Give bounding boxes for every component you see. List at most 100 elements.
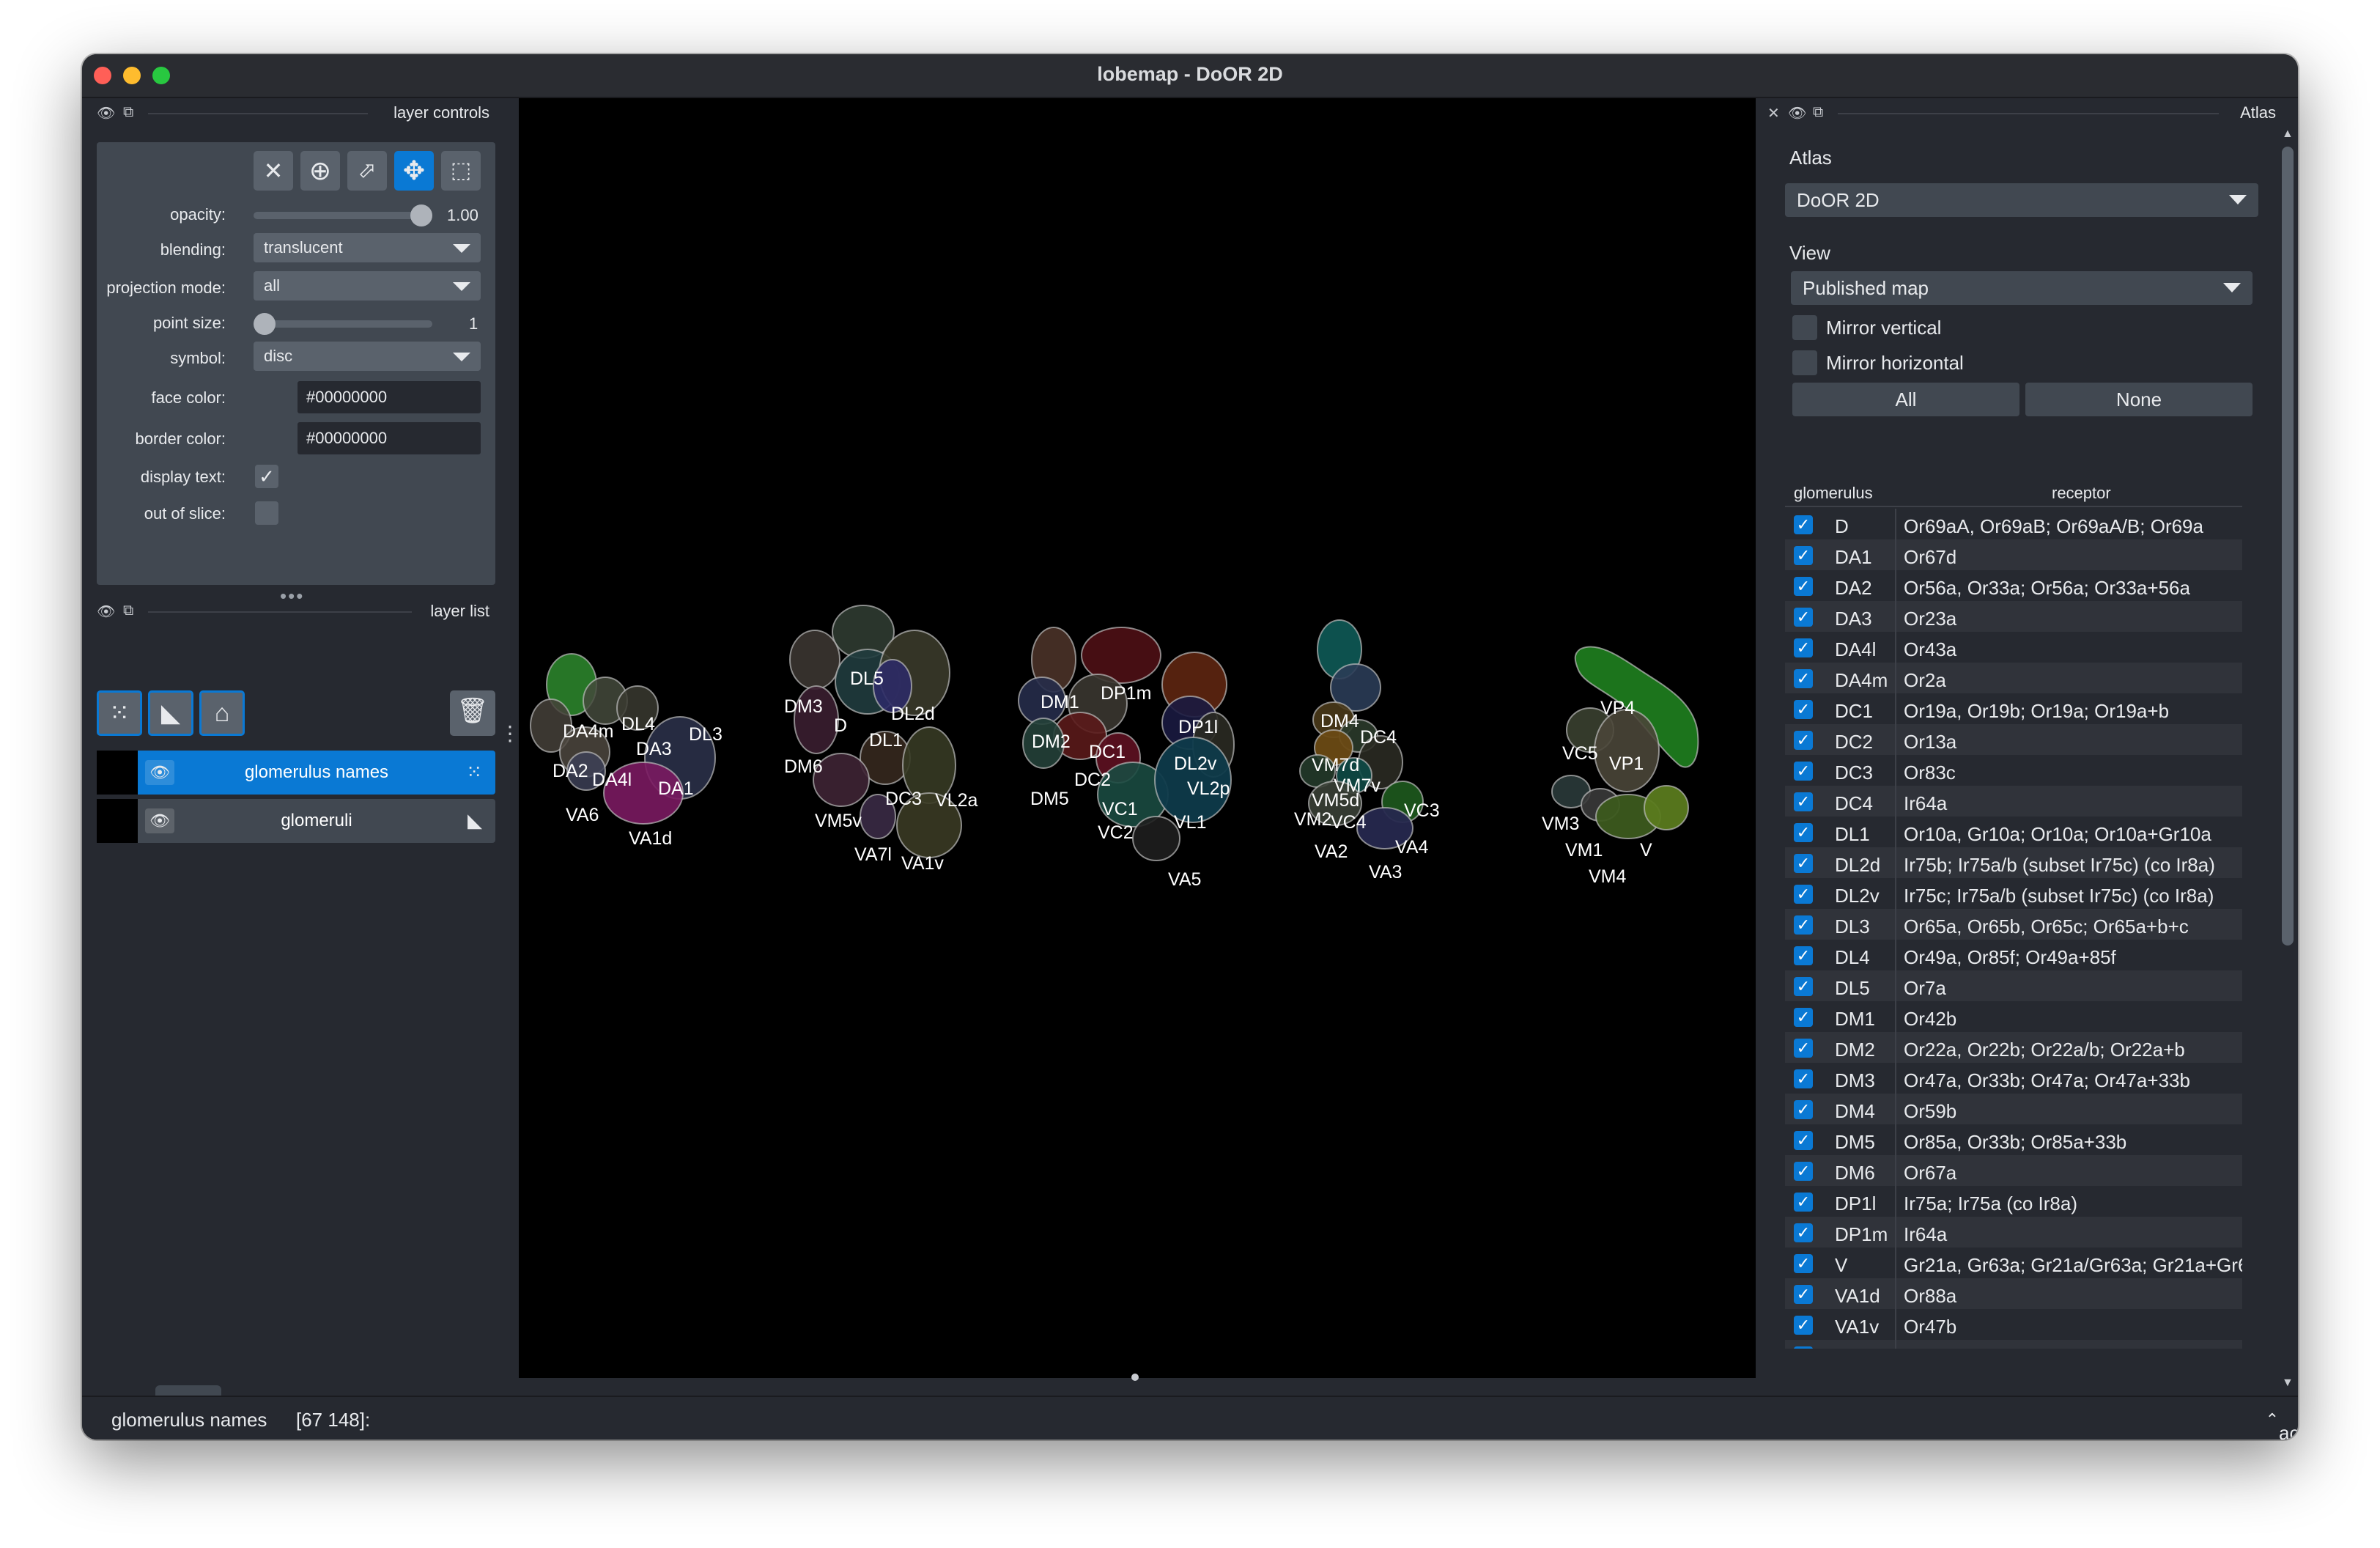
layer-name[interactable]: glomerulus names: [182, 762, 451, 783]
delete-selected-points-button[interactable]: ✕: [254, 151, 293, 191]
hide-layer-list-icon[interactable]: 👁: [97, 602, 115, 621]
row-checkbox[interactable]: ✓: [1794, 731, 1813, 750]
row-checkbox[interactable]: ✓: [1794, 1254, 1813, 1273]
symbol-select[interactable]: disc: [254, 342, 481, 371]
activity-button[interactable]: ⌃activity: [2266, 1410, 2298, 1440]
table-row[interactable]: ✓ DC4 Ir64a: [1785, 786, 2242, 817]
table-row[interactable]: ✓ DL2v Ir75c; Ir75a/b (subset Ir75c) (co I…: [1785, 878, 2242, 909]
point-size-slider-handle[interactable]: [254, 313, 276, 335]
canvas-dims-handle[interactable]: [1131, 1374, 1139, 1381]
row-checkbox[interactable]: ✓: [1794, 1162, 1813, 1181]
row-checkbox[interactable]: ✓: [1794, 946, 1813, 965]
layer-name[interactable]: glomeruli: [182, 811, 451, 831]
row-checkbox[interactable]: ✓: [1794, 792, 1813, 811]
mirror-vertical-checkbox[interactable]: [1792, 315, 1817, 340]
select-points-button[interactable]: ⬀: [347, 151, 387, 191]
table-row[interactable]: ✓ D Or69aA, Or69aB; Or69aA/B; Or69a: [1785, 509, 2242, 539]
table-row[interactable]: ✓ DL5 Or7a: [1785, 970, 2242, 1001]
row-checkbox[interactable]: ✓: [1794, 1285, 1813, 1304]
row-checkbox[interactable]: ✓: [1794, 1316, 1813, 1335]
row-checkbox[interactable]: ✓: [1794, 1346, 1813, 1349]
mirror-horizontal-checkbox[interactable]: [1792, 350, 1817, 375]
table-row[interactable]: ✓ V Gr21a, Gr63a; Gr21a/Gr63a; Gr21a+Gr6: [1785, 1247, 2242, 1278]
row-checkbox[interactable]: ✓: [1794, 854, 1813, 873]
opacity-slider-handle[interactable]: [410, 204, 432, 226]
pan-zoom-button[interactable]: ✥: [394, 151, 434, 191]
row-checkbox[interactable]: ✓: [1794, 823, 1813, 842]
table-row[interactable]: ✓ DA1 Or67d: [1785, 539, 2242, 570]
table-row[interactable]: ✓ DL4 Or49a, Or85f; Or49a+85f: [1785, 940, 2242, 970]
table-row[interactable]: ✓ DA4l Or43a: [1785, 632, 2242, 663]
row-checkbox[interactable]: ✓: [1794, 915, 1813, 935]
projection-mode-select[interactable]: all: [254, 271, 481, 301]
table-row[interactable]: ✓ DA2 Or56a, Or33a; Or56a; Or33a+56a: [1785, 570, 2242, 601]
scroll-down-icon[interactable]: ▼: [2282, 1376, 2294, 1390]
row-checkbox[interactable]: ✓: [1794, 608, 1813, 627]
new-labels-layer-button[interactable]: ⌂: [199, 690, 245, 736]
row-checkbox[interactable]: ✓: [1794, 1008, 1813, 1027]
table-row[interactable]: ✓ DC2 Or13a: [1785, 724, 2242, 755]
row-checkbox[interactable]: ✓: [1794, 1193, 1813, 1212]
point-size-slider[interactable]: [254, 320, 432, 328]
row-checkbox[interactable]: ✓: [1794, 1100, 1813, 1119]
new-points-layer-button[interactable]: ⁙: [97, 690, 142, 736]
table-row[interactable]: ✓ DL1 Or10a, Gr10a; Or10a; Or10a+Gr10a: [1785, 817, 2242, 847]
opacity-slider[interactable]: [254, 212, 432, 219]
blending-select[interactable]: translucent: [254, 233, 481, 262]
hide-dock-icon[interactable]: 👁: [97, 104, 115, 122]
layer-row-glomeruli[interactable]: 👁 glomeruli ◣: [97, 799, 495, 843]
row-checkbox[interactable]: ✓: [1794, 515, 1813, 534]
visibility-eye-icon[interactable]: 👁: [145, 760, 174, 785]
table-row[interactable]: ✓ DA3 Or23a: [1785, 601, 2242, 632]
column-header-receptor[interactable]: receptor: [2052, 484, 2111, 503]
row-checkbox[interactable]: ✓: [1794, 1039, 1813, 1058]
row-checkbox[interactable]: ✓: [1794, 1223, 1813, 1242]
atlas-scrollbar[interactable]: ▲ ▼: [2279, 126, 2296, 1393]
float-layer-list-icon[interactable]: ⧉: [123, 602, 133, 619]
row-checkbox[interactable]: ✓: [1794, 1069, 1813, 1088]
table-row[interactable]: ✓ DM3 Or47a, Or33b; Or47a; Or47a+33b: [1785, 1063, 2242, 1094]
table-row[interactable]: ✓ DM1 Or42b: [1785, 1001, 2242, 1032]
row-checkbox[interactable]: ✓: [1794, 977, 1813, 996]
table-row[interactable]: ✓ DL2d Ir75b; Ir75a/b (subset Ir75c) (co I…: [1785, 847, 2242, 878]
transform-button[interactable]: ⬚: [441, 151, 481, 191]
atlas-select[interactable]: DoOR 2D: [1785, 183, 2258, 217]
select-none-button[interactable]: None: [2025, 383, 2252, 416]
viewer-canvas[interactable]: DA4m DL4 DL3 DA3 DA2 DA4l DA1 VA6 VA1d DL5 DM3 D DL2…: [519, 98, 1756, 1381]
table-row[interactable]: ✓ DA4m Or2a: [1785, 663, 2242, 693]
left-dock-toggle[interactable]: ⋮: [500, 723, 520, 744]
scroll-up-icon[interactable]: ▲: [2282, 128, 2294, 141]
new-shapes-layer-button[interactable]: ◣: [148, 690, 193, 736]
row-checkbox[interactable]: ✓: [1794, 669, 1813, 688]
scrollbar-thumb[interactable]: [2282, 147, 2294, 946]
table-row[interactable]: ✓ DL3 Or65a, Or65b, Or65c; Or65a+b+c: [1785, 909, 2242, 940]
table-row[interactable]: ✓ DP1m Ir64a: [1785, 1217, 2242, 1247]
table-row[interactable]: ✓ DM4 Or59b: [1785, 1094, 2242, 1124]
row-checkbox[interactable]: ✓: [1794, 546, 1813, 565]
table-row[interactable]: ✓ DM5 Or85a, Or33b; Or85a+33b: [1785, 1124, 2242, 1155]
visibility-eye-icon[interactable]: 👁: [145, 808, 174, 833]
table-row[interactable]: ✓ VA1v Or47b: [1785, 1309, 2242, 1340]
table-row[interactable]: ✓ VA2 Or92a: [1785, 1340, 2242, 1349]
layer-row-glomerulus-names[interactable]: 👁 glomerulus names ⁙: [97, 751, 495, 795]
row-checkbox[interactable]: ✓: [1794, 577, 1813, 596]
delete-layer-button[interactable]: 🗑: [450, 690, 495, 736]
row-checkbox[interactable]: ✓: [1794, 700, 1813, 719]
display-text-checkbox[interactable]: ✓: [255, 465, 278, 488]
add-points-button[interactable]: ⊕: [300, 151, 340, 191]
table-row[interactable]: ✓ DM6 Or67a: [1785, 1155, 2242, 1186]
row-checkbox[interactable]: ✓: [1794, 762, 1813, 781]
table-row[interactable]: ✓ DM2 Or22a, Or22b; Or22a/b; Or22a+b: [1785, 1032, 2242, 1063]
border-color-field[interactable]: #00000000: [298, 422, 481, 454]
table-row[interactable]: ✓ DP1l Ir75a; Ir75a (co Ir8a): [1785, 1186, 2242, 1217]
table-row[interactable]: ✓ DC3 Or83c: [1785, 755, 2242, 786]
table-row[interactable]: ✓ DC1 Or19a, Or19b; Or19a; Or19a+b: [1785, 693, 2242, 724]
face-color-field[interactable]: #00000000: [298, 381, 481, 413]
row-checkbox[interactable]: ✓: [1794, 638, 1813, 657]
float-dock-icon[interactable]: ⧉: [123, 104, 133, 121]
table-row[interactable]: ✓ VA1d Or88a: [1785, 1278, 2242, 1309]
out-of-slice-checkbox[interactable]: [255, 501, 278, 525]
view-select[interactable]: Published map: [1791, 271, 2252, 305]
float-dock-icon[interactable]: ⧉: [1813, 104, 1823, 121]
close-dock-icon[interactable]: ✕: [1767, 104, 1780, 122]
